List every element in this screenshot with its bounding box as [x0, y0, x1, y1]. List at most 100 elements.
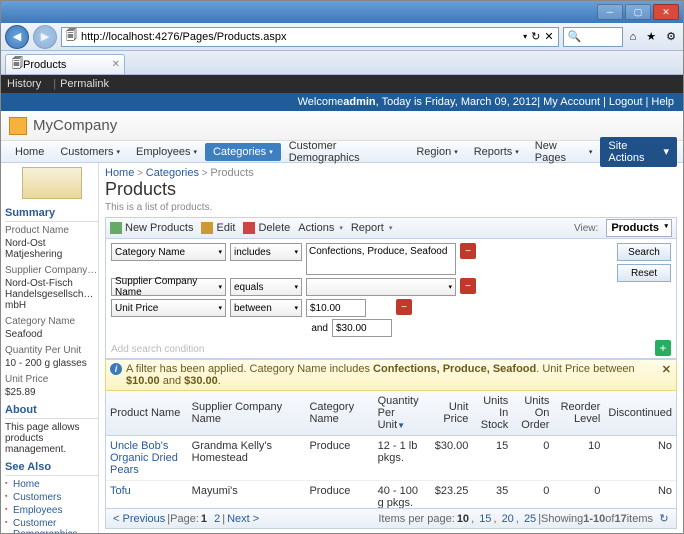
crumb-categories[interactable]: Categories	[146, 167, 199, 179]
reset-button[interactable]: Reset	[617, 264, 671, 282]
refresh-icon[interactable]: ↻	[531, 30, 540, 43]
browser-tab-row: 🗐 Products ✕	[1, 51, 683, 75]
delete-button[interactable]: Delete	[243, 222, 290, 234]
back-button[interactable]: ◀	[5, 25, 29, 49]
home-icon[interactable]: ⌂	[627, 31, 640, 43]
column-header[interactable]: Reorder Level	[553, 391, 604, 436]
menu-item-employees[interactable]: Employees▾	[128, 143, 205, 161]
filter-field-select[interactable]: Unit Price	[111, 299, 226, 317]
menu-item-customer-demographics[interactable]: Customer Demographics	[281, 137, 409, 167]
new-products-button[interactable]: New Products	[110, 222, 193, 234]
cell-product-name[interactable]: Tofu	[106, 481, 188, 510]
page-title: Products	[105, 179, 677, 200]
help-link[interactable]: Help	[651, 96, 674, 108]
menu-item-home[interactable]: Home	[7, 143, 52, 161]
filter-field-select[interactable]: Category Name	[111, 243, 226, 261]
seealso-link[interactable]: Customer Demographics	[5, 517, 98, 533]
column-header[interactable]: Units In Stock	[472, 391, 512, 436]
actions-button[interactable]: Actions▾	[298, 222, 343, 234]
crumb-current: Products	[210, 167, 253, 179]
my-account-link[interactable]: My Account	[543, 96, 600, 108]
add-condition-link[interactable]: Add search condition	[111, 344, 204, 355]
filter-value-from[interactable]	[306, 299, 366, 317]
window-close-button[interactable]: ✕	[653, 4, 679, 20]
search-box[interactable]: 🔍	[563, 27, 623, 47]
favorites-icon[interactable]: ★	[643, 30, 659, 43]
menu-item-new-pages[interactable]: New Pages▾	[527, 137, 601, 167]
pager-page[interactable]: 2	[214, 513, 220, 525]
chevron-down-icon: ▾	[589, 148, 593, 156]
filter-remove-icon[interactable]: −	[460, 278, 476, 294]
pager-ipp[interactable]: 20	[502, 513, 514, 525]
welcome-bar: Welcome admin , Today is Friday, March 0…	[1, 93, 683, 111]
table-row[interactable]: Uncle Bob's Organic Dried PearsGrandma K…	[106, 436, 676, 481]
info-icon: i	[110, 363, 122, 375]
filter-value-to[interactable]	[332, 319, 392, 337]
search-button[interactable]: Search	[617, 243, 671, 261]
column-header[interactable]: Supplier Company Name	[188, 391, 306, 436]
seealso-link[interactable]: Home	[5, 478, 98, 491]
filter-op-select[interactable]: equals	[230, 278, 302, 296]
column-header[interactable]: Unit Price	[429, 391, 472, 436]
tab-title: Products	[23, 59, 66, 71]
history-link[interactable]: History	[7, 78, 41, 90]
filter-op-select[interactable]: between	[230, 299, 302, 317]
edit-button[interactable]: Edit	[201, 222, 235, 234]
filter-panel: Search Reset Category Name includes Conf…	[105, 239, 677, 359]
table-row[interactable]: TofuMayumi'sProduce40 - 100 g pkgs.$23.2…	[106, 481, 676, 510]
filter-value-select[interactable]	[306, 278, 456, 296]
browser-nav-row: ◀ ▶ 🗐 ▾ ↻ ✕ 🔍 ⌂ ★ ⚙	[1, 23, 683, 51]
menu-item-customers[interactable]: Customers▾	[52, 143, 128, 161]
pager-ipp[interactable]: 25	[524, 513, 536, 525]
logout-link[interactable]: Logout	[609, 96, 643, 108]
seealso-link[interactable]: Employees	[5, 504, 98, 517]
filter-remove-icon[interactable]: −	[396, 299, 412, 315]
stop-icon[interactable]: ✕	[544, 30, 553, 43]
refresh-icon[interactable]: ↻	[657, 512, 671, 526]
forward-button[interactable]: ▶	[33, 25, 57, 49]
column-header[interactable]: Product Name	[106, 391, 188, 436]
window-titlebar: ─ ▢ ✕	[1, 1, 683, 23]
brand-logo-icon	[9, 117, 27, 135]
view-selector[interactable]: Products	[606, 219, 672, 237]
column-header[interactable]: Quantity Per Unit▼	[374, 391, 430, 436]
filter-add-icon[interactable]: +	[655, 340, 671, 356]
dropdown-icon[interactable]: ▾	[523, 32, 527, 41]
page-desc: This is a list of products.	[105, 202, 677, 213]
report-button[interactable]: Report▾	[351, 222, 393, 234]
crumb-home[interactable]: Home	[105, 167, 134, 179]
chevron-down-icon: ▾	[117, 148, 121, 156]
menu-item-reports[interactable]: Reports▾	[466, 143, 527, 161]
permalink-link[interactable]: Permalink	[60, 78, 109, 90]
pager-page[interactable]: 1	[201, 513, 207, 525]
filter-field-select[interactable]: Supplier Company Name	[111, 278, 226, 296]
data-grid[interactable]: Product NameSupplier Company NameCategor…	[105, 391, 677, 509]
address-bar[interactable]: 🗐 ▾ ↻ ✕	[61, 27, 559, 47]
tab-close-icon[interactable]: ✕	[112, 59, 120, 70]
filter-value-text[interactable]: Confections, Produce, Seafood	[306, 243, 456, 275]
pager-ipp[interactable]: 10	[457, 513, 469, 525]
filter-applied-message: i A filter has been applied. Category Na…	[105, 359, 677, 391]
summary-label: Product Name	[5, 224, 98, 237]
pager-ipp[interactable]: 15	[479, 513, 491, 525]
pager-prev[interactable]: < Previous	[113, 513, 165, 525]
column-header[interactable]: Discontinued	[604, 391, 676, 436]
pager-next[interactable]: Next >	[227, 513, 259, 525]
url-input[interactable]	[81, 31, 519, 43]
window-minimize-button[interactable]: ─	[597, 4, 623, 20]
browser-tab[interactable]: 🗐 Products ✕	[5, 54, 125, 74]
cell-price: $23.25	[429, 481, 472, 510]
filter-op-select[interactable]: includes	[230, 243, 302, 261]
close-icon[interactable]: ✕	[662, 363, 671, 376]
edit-icon	[201, 222, 213, 234]
menu-item-region[interactable]: Region▾	[408, 143, 465, 161]
menu-item-categories[interactable]: Categories▾	[205, 143, 281, 161]
tools-icon[interactable]: ⚙	[663, 30, 679, 43]
filter-remove-icon[interactable]: −	[460, 243, 476, 259]
site-actions-button[interactable]: Site Actions▾	[600, 137, 677, 167]
seealso-link[interactable]: Customers	[5, 491, 98, 504]
cell-product-name[interactable]: Uncle Bob's Organic Dried Pears	[106, 436, 188, 481]
column-header[interactable]: Units On Order	[512, 391, 553, 436]
window-maximize-button[interactable]: ▢	[625, 4, 651, 20]
column-header[interactable]: Category Name	[305, 391, 373, 436]
